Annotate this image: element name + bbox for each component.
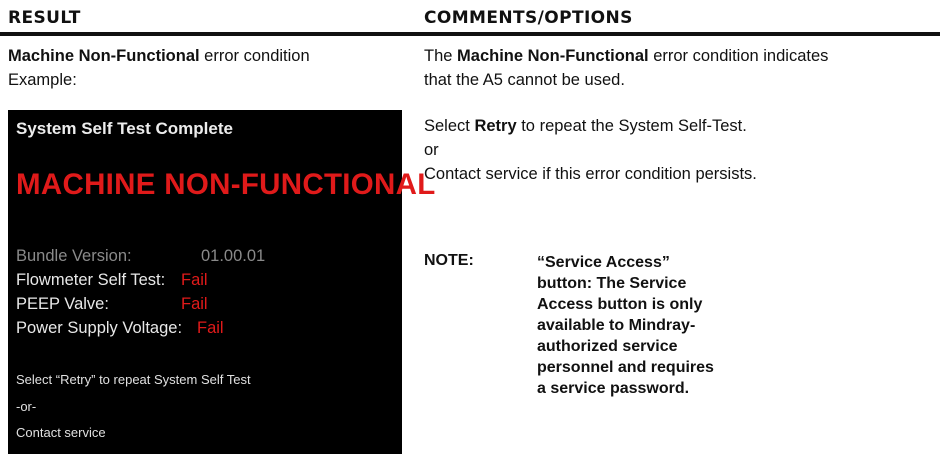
p2-post: to repeat the System Self-Test. xyxy=(516,117,747,135)
result-column-title: RESULT xyxy=(8,8,81,28)
screen-instruction-or: -or- xyxy=(16,399,37,414)
p2-pre: Select xyxy=(424,117,475,135)
comment-contact-service: Contact service if this error condition … xyxy=(424,165,757,183)
note-line: personnel and requires xyxy=(537,359,714,376)
comments-column-title: COMMENTS/OPTIONS xyxy=(424,8,633,28)
device-screen-example: System Self Test Complete MACHINE NON-FU… xyxy=(8,110,435,454)
row-label: PEEP Valve: xyxy=(16,295,109,313)
row-label: Flowmeter Self Test: xyxy=(16,271,166,289)
comment-or: or xyxy=(424,141,439,159)
row-value: Fail xyxy=(181,271,208,289)
result-caption-line1: Machine Non-Functional error condition xyxy=(8,44,408,68)
row-value: 01.00.01 xyxy=(201,247,266,265)
p1-post: error condition indicates xyxy=(648,47,829,65)
note-line: “Service Access” xyxy=(537,254,670,271)
screen-instruction-contact: Contact service xyxy=(16,425,106,440)
comment-paragraph-1: The Machine Non-Functional error conditi… xyxy=(424,44,934,68)
note-line: a service password. xyxy=(537,380,690,397)
row-label: Bundle Version: xyxy=(16,247,132,265)
error-name: Machine Non-Functional xyxy=(8,47,200,65)
status-row-bundle-version: Bundle Version: 01.00.01 xyxy=(16,247,265,266)
result-description: Machine Non-Functional error condition E… xyxy=(8,44,408,92)
row-label: Power Supply Voltage: xyxy=(16,319,183,337)
status-row-flowmeter: Flowmeter Self Test: Fail xyxy=(16,271,208,290)
result-caption-line2: Example: xyxy=(8,71,77,89)
row-value: Fail xyxy=(197,319,224,337)
header-rule xyxy=(0,32,940,36)
note-line: button: The Service xyxy=(537,275,687,292)
p1-bold: Machine Non-Functional xyxy=(457,47,649,65)
status-row-peep-valve: PEEP Valve: Fail xyxy=(16,295,208,314)
comment-paragraph-2: Select Retry to repeat the System Self-T… xyxy=(424,114,934,138)
note-text: “Service Access” button: The Service Acc… xyxy=(537,252,727,399)
screen-title: System Self Test Complete xyxy=(16,119,233,138)
note-line: Access button is only xyxy=(537,296,703,313)
row-value: Fail xyxy=(181,295,208,313)
note-line: authorized service xyxy=(537,338,678,355)
status-row-power-supply: Power Supply Voltage: Fail xyxy=(16,319,224,338)
p2-bold: Retry xyxy=(474,117,517,135)
note-label: NOTE: xyxy=(424,252,474,269)
caption-rest: error condition xyxy=(199,47,310,65)
screen-instruction-retry: Select “Retry” to repeat System Self Tes… xyxy=(16,372,251,387)
screen-error-message: MACHINE NON-FUNCTIONAL xyxy=(16,168,436,201)
table-header: RESULT COMMENTS/OPTIONS xyxy=(0,0,940,36)
comment-paragraph-1-line2: that the A5 cannot be used. xyxy=(424,71,625,89)
p1-pre: The xyxy=(424,47,458,65)
note-line: available to Mindray- xyxy=(537,317,696,334)
comments-section: The Machine Non-Functional error conditi… xyxy=(424,44,934,186)
